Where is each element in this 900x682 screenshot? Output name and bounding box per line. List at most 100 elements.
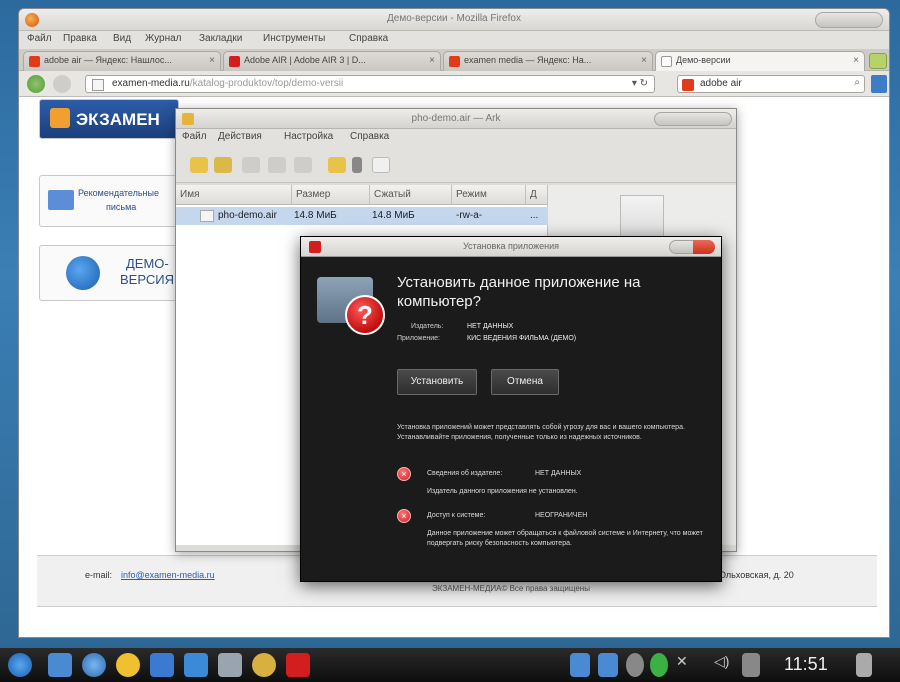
tab-label: adobe air — Яндекс: Нашлос...: [44, 55, 172, 65]
ark-menu-file[interactable]: Файл: [182, 131, 207, 142]
table-row[interactable]: pho-demo.air 14.8 МиБ 14.8 МиБ -rw-a- ..…: [176, 207, 548, 225]
site-logo[interactable]: ЭКЗАМЕН: [39, 99, 179, 139]
ark-menu-actions[interactable]: Действия: [218, 131, 262, 142]
volume-icon[interactable]: ◁): [714, 653, 732, 677]
preview-icon[interactable]: [372, 157, 390, 173]
menu-file[interactable]: Файл: [27, 33, 52, 44]
window-controls[interactable]: [815, 12, 883, 28]
risk-warning-icon: ×: [397, 467, 411, 481]
files-icon[interactable]: [218, 653, 242, 677]
taskbar: ✕ ◁) 11:51: [0, 648, 900, 682]
desktop-icon[interactable]: [48, 653, 72, 677]
tab-yandex-adobe-air[interactable]: adobe air — Яндекс: Нашлос... ×: [23, 51, 221, 71]
close-icon[interactable]: ×: [641, 55, 647, 66]
menu-view[interactable]: Вид: [113, 33, 131, 44]
menu-edit[interactable]: Правка: [63, 33, 97, 44]
new-tab-button[interactable]: [869, 53, 887, 69]
dialog-title: Установка приложения: [462, 241, 560, 251]
install-button[interactable]: Установить: [397, 369, 477, 395]
email-link[interactable]: info@examen-media.ru: [121, 570, 215, 580]
risk2-title: Доступ к системе:: [427, 512, 486, 519]
trash-icon[interactable]: [856, 653, 872, 677]
menu-tools[interactable]: Инструменты: [263, 33, 325, 44]
envelope-icon: [48, 190, 74, 210]
add-folder-icon[interactable]: [268, 157, 286, 173]
column-size[interactable]: Размер: [292, 185, 370, 205]
publisher-label: Издатель:: [411, 323, 444, 330]
dialog-close-button[interactable]: [693, 240, 715, 254]
file-compressed: 14.8 МиБ: [372, 210, 415, 221]
cancel-button[interactable]: Отмена: [491, 369, 559, 395]
tab-label: Демо-версии: [676, 55, 731, 65]
tab-adobe-air[interactable]: Adobe AIR | Adobe AIR 3 | D... ×: [223, 51, 441, 71]
reload-icon[interactable]: ▾ ↻: [632, 78, 648, 89]
ark-menu-help[interactable]: Справка: [350, 131, 389, 142]
risk2-description: Данное приложение может обращаться к фай…: [427, 530, 703, 547]
extract-icon[interactable]: [328, 157, 346, 173]
copyright-text: ЭКЗАМЕН-МЕДИА© Все права защищены: [432, 584, 590, 593]
column-mode[interactable]: Режим: [452, 185, 526, 205]
question-mark-icon: ?: [345, 295, 385, 335]
close-icon[interactable]: ×: [853, 55, 859, 66]
ark-window-controls[interactable]: [654, 112, 732, 126]
update-tray-icon[interactable]: [626, 653, 644, 677]
close-icon[interactable]: ×: [429, 55, 435, 66]
navigation-bar: examen-media.ru/katalog-produktov/top/de…: [19, 71, 889, 97]
status-tray-icon[interactable]: [650, 653, 668, 677]
forward-arrow-icon[interactable]: [53, 75, 71, 93]
ark-toolbar: [176, 149, 736, 183]
menu-history[interactable]: Журнал: [145, 33, 182, 44]
file-date: ...: [530, 210, 539, 221]
kde-menu-icon[interactable]: [8, 653, 32, 677]
ark-menubar: Файл Действия Настройка Справка: [176, 129, 736, 149]
archive-icon[interactable]: [252, 653, 276, 677]
search-value: adobe air: [700, 78, 742, 89]
ark-titlebar[interactable]: pho-demo.air — Ark: [176, 109, 736, 129]
firefox-titlebar[interactable]: Демо-версии - Mozilla Firefox: [19, 9, 889, 31]
risk2-value: НЕОГРАНИЧЕН: [535, 512, 588, 519]
dialog-titlebar[interactable]: Установка приложения: [301, 237, 721, 257]
extract-dropdown-icon[interactable]: [352, 157, 362, 173]
application-value: КИС ВЕДЕНИЯ ФИЛЬМА (ДЕМО): [467, 335, 577, 342]
open-archive-icon[interactable]: [214, 157, 232, 173]
chat-icon[interactable]: [116, 653, 140, 677]
new-archive-icon[interactable]: [190, 157, 208, 173]
risk1-title: Сведения об издателе:: [427, 470, 503, 477]
konqueror-icon[interactable]: [82, 653, 106, 677]
adobe-air-icon[interactable]: [286, 653, 310, 677]
yandex-icon: [29, 56, 40, 67]
close-icon[interactable]: ×: [209, 55, 215, 66]
add-file-icon[interactable]: [242, 157, 260, 173]
logo-text: ЭКЗАМЕН: [76, 110, 160, 129]
tab-demo-versii[interactable]: Демо-версии ×: [655, 51, 865, 71]
play-icon: [66, 256, 100, 290]
search-icon[interactable]: ⌕: [854, 77, 860, 88]
url-bar[interactable]: examen-media.ru/katalog-produktov/top/de…: [85, 75, 655, 93]
folder-tray-icon[interactable]: [570, 653, 590, 677]
ark-menu-settings[interactable]: Настройка: [284, 131, 333, 142]
display-tray-icon[interactable]: [742, 653, 760, 677]
firefox-menubar: Файл Правка Вид Журнал Закладки Инструме…: [19, 31, 889, 49]
clock[interactable]: 11:51: [784, 654, 828, 675]
menu-bookmarks[interactable]: Закладки: [199, 33, 242, 44]
bluetooth-icon[interactable]: ✕: [676, 653, 690, 677]
column-date[interactable]: Д: [526, 185, 548, 205]
tab-bar: adobe air — Яндекс: Нашлос... × Adobe AI…: [19, 49, 889, 71]
recommendation-letters-link[interactable]: Рекомендательные письма: [39, 175, 179, 227]
menu-help[interactable]: Справка: [349, 33, 388, 44]
column-name[interactable]: Имя: [176, 185, 292, 205]
column-compressed[interactable]: Сжатый: [370, 185, 452, 205]
url-domain: examen-media.ru: [112, 78, 190, 89]
search-input[interactable]: adobe air ⌕: [677, 75, 865, 93]
back-arrow-icon[interactable]: [27, 75, 45, 93]
email-label: e-mail:: [85, 570, 113, 580]
network-tray-icon[interactable]: [598, 653, 618, 677]
demo-version-link[interactable]: ДЕМО- ВЕРСИЯ: [39, 245, 179, 301]
yandex-icon: [449, 56, 460, 67]
delete-icon[interactable]: [294, 157, 312, 173]
media-icon[interactable]: [184, 653, 208, 677]
tab-yandex-examen[interactable]: examen media — Яндекс: На... ×: [443, 51, 653, 71]
home-icon[interactable]: [871, 75, 887, 93]
mail-icon[interactable]: [150, 653, 174, 677]
adobe-icon: [229, 56, 240, 67]
